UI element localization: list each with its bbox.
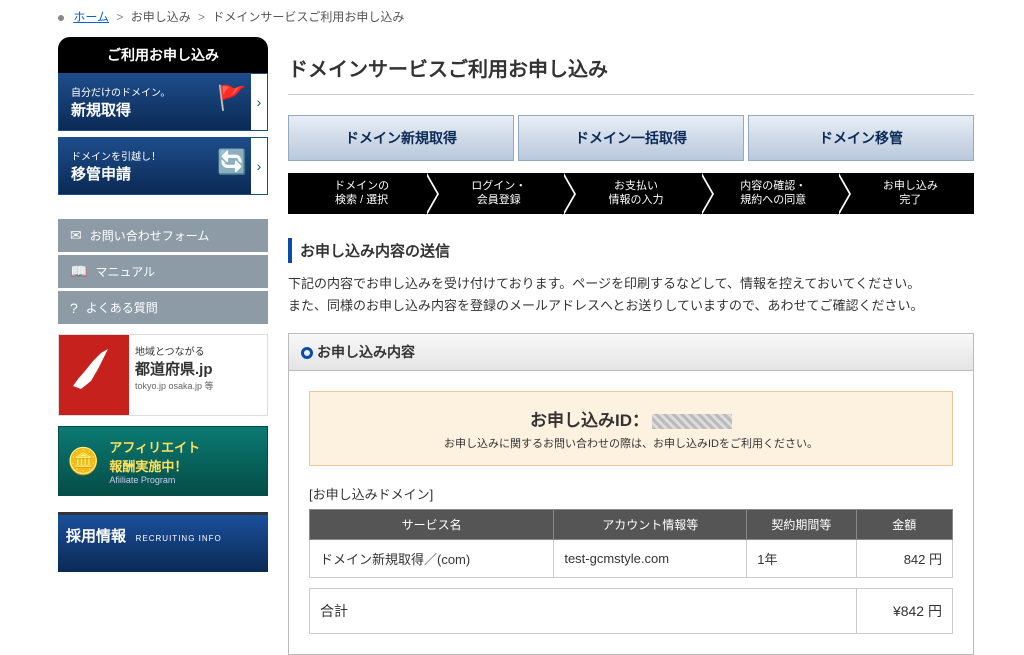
breadcrumb: ホーム > お申し込み > ドメインサービスご利用お申し込み: [0, 0, 1024, 37]
sidebar-contact[interactable]: ✉お問い合わせフォーム: [58, 219, 268, 252]
total-table: 合計 ¥842 円: [309, 588, 953, 634]
flag-icon: 🚩: [217, 84, 247, 113]
banner-affiliate[interactable]: 🪙 アフィリエイト 報酬実施中！ Afiiliate Program: [58, 426, 268, 496]
mail-icon: ✉: [70, 227, 82, 244]
breadcrumb-step2: ドメインサービスご利用お申し込み: [212, 10, 404, 24]
order-panel: お申し込み内容 お申し込みID： お申し込みに関するお問い合わせの際は、お申し込…: [288, 333, 974, 655]
breadcrumb-step1: お申し込み: [131, 10, 191, 24]
chevron-right-icon: ›: [251, 138, 267, 194]
book-icon: 📖: [70, 263, 87, 280]
refresh-icon: 🔄: [217, 148, 247, 177]
th-service: サービス名: [310, 509, 554, 539]
step-2: ログイン・ 会員登録: [425, 173, 562, 214]
breadcrumb-home[interactable]: ホーム: [73, 10, 109, 24]
domain-section-label: [お申し込みドメイン]: [309, 484, 953, 503]
sidebar-transfer[interactable]: ドメインを引越し！ 移管申請 🔄 ›: [58, 137, 268, 195]
tab-new[interactable]: ドメイン新規取得: [288, 115, 514, 161]
th-account: アカウント情報等: [554, 509, 747, 539]
order-id-value: [652, 414, 732, 429]
tab-transfer[interactable]: ドメイン移管: [748, 115, 974, 161]
sidebar-faq[interactable]: ?よくある質問: [58, 291, 268, 324]
th-price: 金額: [856, 509, 952, 539]
sidebar-new-domain[interactable]: 自分だけのドメイン。 新規取得 🚩 ›: [58, 73, 268, 131]
circle-icon: [301, 347, 313, 359]
help-icon: ?: [70, 300, 78, 316]
table-row: ドメイン新規取得／(com) test-gcmstyle.com 1年 842 …: [310, 539, 953, 577]
coins-icon: 🪙: [67, 446, 99, 477]
banner-recruiting[interactable]: 採用情報 RECRUITING INFO: [58, 512, 268, 572]
tab-bar: ドメイン新規取得 ドメイン一括取得 ドメイン移管: [288, 115, 974, 161]
tab-bulk[interactable]: ドメイン一括取得: [518, 115, 744, 161]
section-heading: お申し込み内容の送信: [288, 238, 974, 263]
description: 下記の内容でお申し込みを受け付けております。ページを印刷するなどして、情報を控え…: [288, 273, 974, 317]
th-term: 契約期間等: [747, 509, 856, 539]
step-1: ドメインの 検索 / 選択: [288, 173, 425, 214]
step-3: お支払い 情報の入力: [562, 173, 699, 214]
panel-header: お申し込み内容: [289, 334, 973, 371]
order-table: サービス名 アカウント情報等 契約期間等 金額 ドメイン新規取得／(com) t…: [309, 509, 953, 578]
order-id-box: お申し込みID： お申し込みに関するお問い合わせの際は、お申し込みIDをご利用く…: [309, 391, 953, 466]
chevron-right-icon: ›: [251, 74, 267, 130]
sidebar-manual[interactable]: 📖マニュアル: [58, 255, 268, 288]
step-4: 内容の確認・ 規約への同意: [700, 173, 837, 214]
progress-steps: ドメインの 検索 / 選択 ログイン・ 会員登録 お支払い 情報の入力 内容の確…: [288, 173, 974, 214]
japan-map-icon: [63, 341, 123, 401]
banner-prefecture-jp[interactable]: 地域とつながる 都道府県.jp tokyo.jp osaka.jp 等: [58, 334, 268, 416]
step-5: お申し込み 完了: [837, 173, 974, 214]
sidebar-title: ご利用お申し込み: [58, 37, 268, 73]
page-title: ドメインサービスご利用お申し込み: [288, 37, 974, 95]
